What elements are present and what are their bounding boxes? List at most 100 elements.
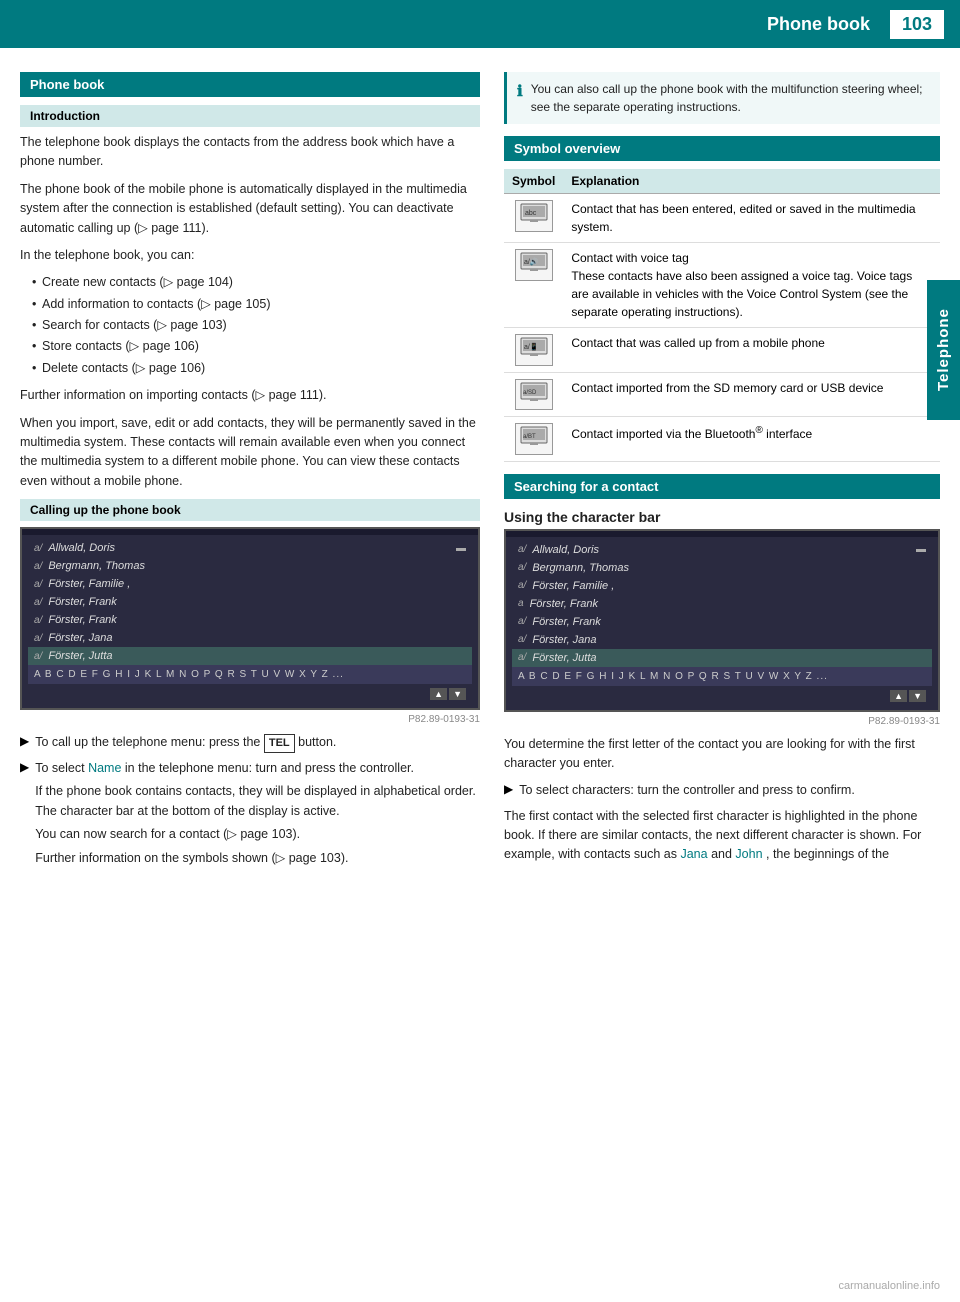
symbol-col-header: Symbol	[504, 169, 563, 194]
list-item: Add information to contacts (▷ page 105)	[32, 295, 480, 314]
bottom-bar: ▲ ▼	[28, 684, 472, 704]
symbol-table: Symbol Explanation abc	[504, 169, 940, 462]
right-column: ℹ You can also call up the phone book wi…	[504, 72, 940, 874]
symbol-description: Contact imported from the SD memory card…	[563, 372, 940, 417]
table-row: a/BT Contact imported via the Bluetooth®…	[504, 417, 940, 462]
name-link: Name	[88, 761, 121, 775]
symbol-description: Contact imported via the Bluetooth® inte…	[563, 417, 940, 462]
import-para: When you import, save, edit or add conta…	[20, 414, 480, 492]
intro-para2: The phone book of the mobile phone is au…	[20, 180, 480, 238]
scroll-down-btn-2[interactable]: ▼	[909, 690, 926, 702]
left-column: Phone book Introduction The telephone bo…	[20, 72, 480, 874]
contact-row: a/ Förster, Frank	[512, 613, 932, 631]
header-bar: Phone book 103	[0, 0, 960, 48]
contact-row: a/ Allwald, Doris ▬	[512, 541, 932, 559]
info-icon: ℹ	[517, 81, 523, 116]
search-instr-text: To select characters: turn the controlle…	[519, 781, 855, 800]
sd-card-symbol: a/SD	[515, 379, 553, 411]
list-item: Search for contacts (▷ page 103)	[32, 316, 480, 335]
contact-icon: a/	[34, 561, 42, 572]
contact-row: a/ Förster, Frank	[28, 593, 472, 611]
contact-row: a/ Förster, Familie ,	[28, 575, 472, 593]
char-bar-heading: Using the character bar	[504, 509, 940, 525]
page-number: 103	[890, 10, 944, 39]
screen-label: P82.89-0193-31	[20, 714, 480, 725]
symbol-description: Contact with voice tagThese contacts hav…	[563, 243, 940, 328]
contact-icon: a/	[518, 544, 526, 555]
bullet-list: Create new contacts (▷ page 104) Add inf…	[32, 273, 480, 378]
main-content: Phone book Introduction The telephone bo…	[0, 48, 960, 894]
arrow-icon: ▶	[504, 782, 513, 796]
bottom-bar-2: ▲ ▼	[512, 686, 932, 706]
explanation-col-header: Explanation	[563, 169, 940, 194]
intro-para3: In the telephone book, you can:	[20, 246, 480, 265]
contact-icon: a/	[34, 579, 42, 590]
phone-screen-inner: a/ Allwald, Doris ▬ a/ Bergmann, Thomas …	[22, 535, 478, 708]
voice-tag-symbol: a/🔊	[515, 249, 553, 281]
instruction-row-2: ▶ To select Name in the telephone menu: …	[20, 759, 480, 868]
svg-text:a/🔊: a/🔊	[524, 257, 539, 266]
table-row: a/🔊 Contact with voice tagThese contacts…	[504, 243, 940, 328]
phone-screen-2: a/ Allwald, Doris ▬ a/ Bergmann, Thomas …	[504, 529, 940, 712]
table-row: abc Contact that has been entered, edite…	[504, 194, 940, 243]
mobile-phone-symbol: a/📱	[515, 334, 553, 366]
scroll-up-btn-2[interactable]: ▲	[890, 690, 907, 702]
svg-text:a/📱: a/📱	[524, 342, 539, 351]
watermark: carmanualonline.info	[838, 1280, 940, 1292]
tel-badge: TEL	[264, 734, 295, 753]
contact-row-selected: a/ Förster, Jutta	[28, 647, 472, 665]
contact-icon: a/	[34, 597, 42, 608]
phone-screen: a/ Allwald, Doris ▬ a/ Bergmann, Thomas …	[20, 527, 480, 710]
phone-screen-inner-2: a/ Allwald, Doris ▬ a/ Bergmann, Thomas …	[506, 537, 938, 710]
table-row: a/SD Contact imported from the SD memory…	[504, 372, 940, 417]
further-info: Further information on importing contact…	[20, 386, 480, 405]
header-title: Phone book	[767, 14, 870, 35]
list-item: Delete contacts (▷ page 106)	[32, 359, 480, 378]
contact-row: a/ Förster, Familie ,	[512, 577, 932, 595]
svg-text:a/BT: a/BT	[523, 434, 536, 440]
multimedia-symbol: abc	[515, 200, 553, 232]
char-bar: A B C D E F G H I J K L M N O P Q R S T …	[28, 665, 472, 684]
table-row: a/📱 Contact that was called up from a mo…	[504, 328, 940, 373]
contact-icon: a/	[34, 543, 42, 554]
contact-row: a/ Förster, Jana	[28, 629, 472, 647]
list-item: Create new contacts (▷ page 104)	[32, 273, 480, 292]
contact-icon: a/	[34, 651, 42, 662]
contact-row: a/ Bergmann, Thomas	[512, 559, 932, 577]
contact-row: a/ Bergmann, Thomas	[28, 557, 472, 575]
contact-row: a/ Allwald, Doris ▬	[28, 539, 472, 557]
search-para2: The first contact with the selected firs…	[504, 807, 940, 865]
symbol-description: Contact that has been entered, edited or…	[563, 194, 940, 243]
contact-row: a Förster, Frank	[512, 595, 932, 613]
info-box: ℹ You can also call up the phone book wi…	[504, 72, 940, 124]
instruction-row-1: ▶ To call up the telephone menu: press t…	[20, 733, 480, 753]
jana-link: Jana	[680, 847, 707, 861]
bluetooth-symbol: a/BT	[515, 423, 553, 455]
scroll-down-btn[interactable]: ▼	[449, 688, 466, 700]
char-bar-2: A B C D E F G H I J K L M N O P Q R S T …	[512, 667, 932, 686]
symbol-description: Contact that was called up from a mobile…	[563, 328, 940, 373]
section-header-phonebook: Phone book	[20, 72, 480, 97]
side-tab: Telephone	[927, 280, 960, 420]
contact-icon: a/	[34, 615, 42, 626]
intro-para1: The telephone book displays the contacts…	[20, 133, 480, 172]
scroll-up-btn[interactable]: ▲	[430, 688, 447, 700]
contact-icon: a/	[518, 652, 526, 663]
contact-icon: a/	[518, 562, 526, 573]
instruction-text-1: To call up the telephone menu: press the…	[35, 733, 336, 753]
contact-icon: a/	[518, 616, 526, 627]
info-box-text: You can also call up the phone book with…	[531, 80, 930, 116]
and-text: and	[711, 847, 732, 861]
search-para1: You determine the first letter of the co…	[504, 735, 940, 774]
arrow-icon: ▶	[20, 734, 29, 748]
arrow-icon: ▶	[20, 760, 29, 774]
john-link: John	[735, 847, 762, 861]
svg-text:a/SD: a/SD	[523, 390, 537, 396]
contact-row: a/ Förster, Frank	[28, 611, 472, 629]
contact-icon: a/	[518, 580, 526, 591]
contact-icon: a/	[518, 634, 526, 645]
subsection-calling: Calling up the phone book	[20, 499, 480, 521]
contact-row: a/ Förster, Jana	[512, 631, 932, 649]
symbol-section-header: Symbol overview	[504, 136, 940, 161]
search-instruction-row: ▶ To select characters: turn the control…	[504, 781, 940, 800]
